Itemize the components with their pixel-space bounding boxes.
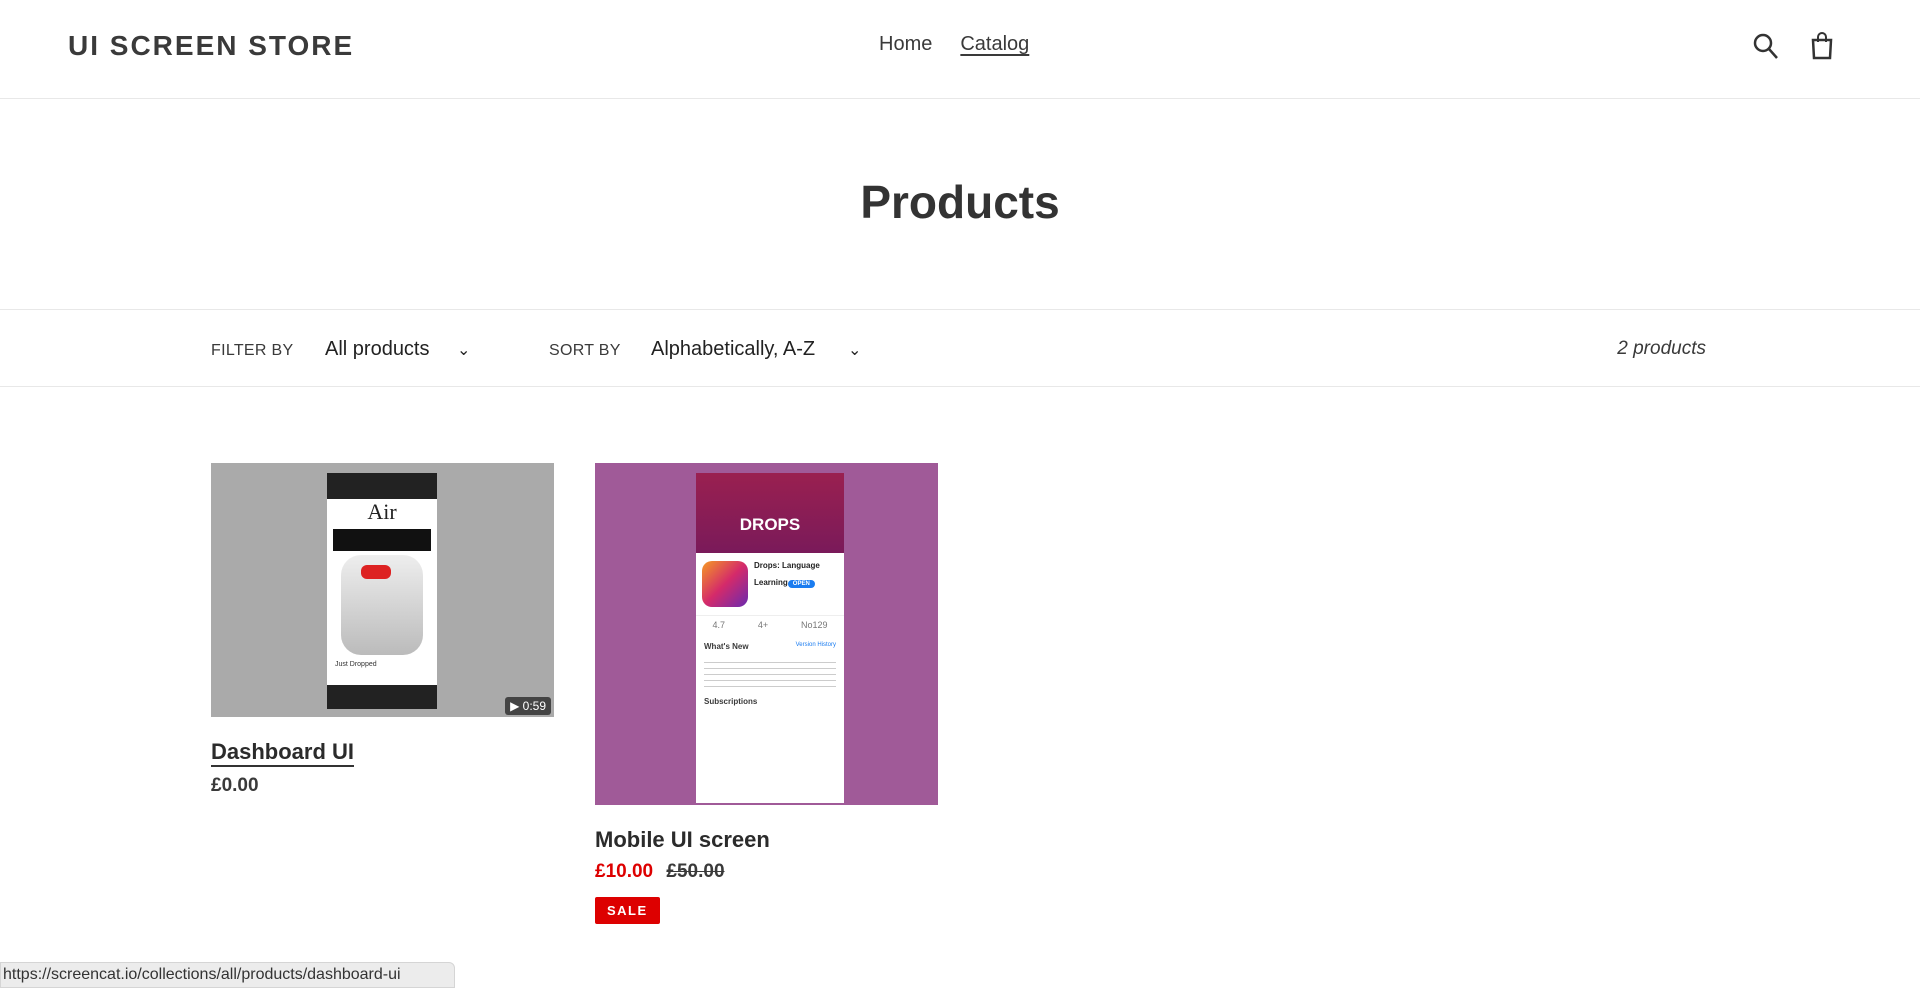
screen-text: Just Dropped [335,661,377,668]
nav-catalog[interactable]: Catalog [960,33,1029,56]
product-card[interactable]: Air Just Dropped ▶ 0:59 Dashboard UI £0.… [211,463,554,797]
cart-icon[interactable] [1806,30,1838,62]
phone-screenshot: Air Just Dropped [327,473,437,709]
chevron-down-icon[interactable]: ⌄ [457,340,470,360]
sort-label: SORT BY [549,342,621,359]
phone-screenshot: DROPS Drops: Language Learning OPEN 4.7 4+… [696,473,844,803]
product-image[interactable]: DROPS Drops: Language Learning OPEN 4.7 4+… [595,463,938,805]
filter-select[interactable]: All products [325,338,430,361]
screen-text: 4+ [757,620,769,630]
filter-bar: FILTER BY All products ⌄ SORT BY Alphabe… [0,309,1920,387]
sort-select[interactable]: Alphabetically, A-Z [651,338,815,361]
screen-text: What's New [704,642,749,651]
chevron-down-icon[interactable]: ⌄ [848,340,861,360]
product-count: 2 products [1617,338,1706,359]
site-header: UI SCREEN STORE Home Catalog [0,0,1920,99]
video-duration-badge: ▶ 0:59 [505,697,551,715]
main-nav: Home Catalog [879,33,1029,56]
page-title: Products [860,176,1060,228]
product-image[interactable]: Air Just Dropped ▶ 0:59 [211,463,554,717]
screen-text: No129 [801,620,828,630]
filter-label: FILTER BY [211,342,294,359]
screen-text: Air [367,499,397,524]
compare-price: £50.00 [666,861,725,882]
product-title[interactable]: Mobile UI screen [595,827,770,853]
status-bar-url: https://screencat.io/collections/all/pro… [0,962,455,988]
screen-text: Version History [795,642,836,648]
screen-text: 4.7 [712,620,725,630]
nav-home[interactable]: Home [879,33,932,56]
product-price-group: £10.00 £50.00 [595,861,938,883]
sale-price: £10.00 [595,861,654,882]
screen-text: Subscriptions [704,697,758,706]
product-title[interactable]: Dashboard UI [211,739,355,767]
screen-text: DROPS [696,473,844,553]
video-duration: 0:59 [522,699,546,713]
sale-badge: SALE [595,897,660,924]
product-card[interactable]: DROPS Drops: Language Learning OPEN 4.7 4+… [595,463,938,924]
search-icon[interactable] [1750,30,1782,62]
store-logo[interactable]: UI SCREEN STORE [68,30,354,62]
screen-text: OPEN [787,580,815,588]
product-price: £0.00 [211,775,259,796]
